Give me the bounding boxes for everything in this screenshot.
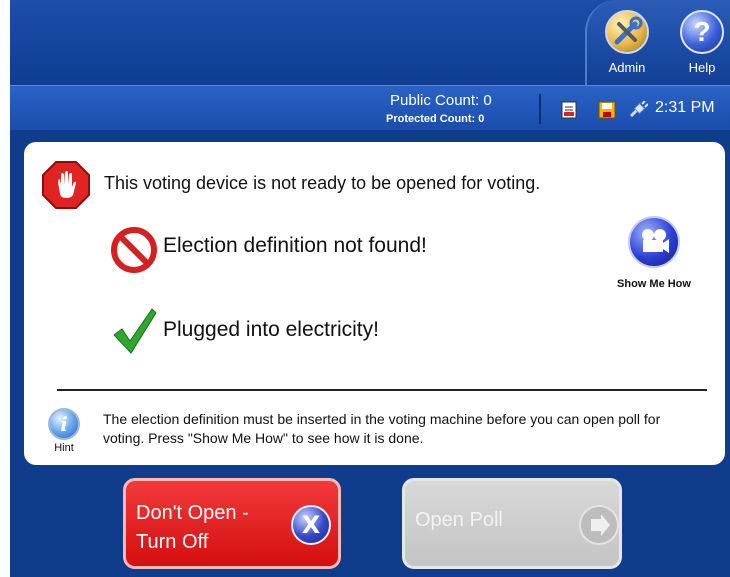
question-mark-icon: ?	[680, 10, 724, 54]
divider	[57, 389, 707, 391]
film-projector-icon	[628, 216, 680, 268]
arrow-right-icon	[579, 505, 619, 545]
help-label: Help	[688, 60, 716, 75]
stop-hand-icon	[42, 161, 90, 209]
admin-label: Admin	[608, 60, 646, 75]
clock: 2:31 PM	[655, 99, 715, 116]
info-icon: i	[48, 408, 80, 440]
protected-count: Protected Count: 0	[386, 113, 485, 125]
dont-open-label: Don't Open - Turn Off	[136, 502, 249, 553]
checkmark-icon	[113, 308, 157, 354]
report-icon	[561, 101, 577, 119]
dont-open-turn-off-button[interactable]: Don't Open - Turn Off X	[123, 478, 341, 569]
ok-message: Plugged into electricity!	[163, 318, 379, 341]
hint-text: The election definition must be inserted…	[103, 411, 661, 446]
status-divider	[539, 94, 541, 124]
show-me-how-label: Show Me How	[617, 278, 691, 290]
show-me-how-button[interactable]: Show Me How	[604, 216, 704, 290]
help-button[interactable]: ? Help	[672, 10, 730, 80]
hint: i Hint	[44, 408, 84, 454]
open-poll-label: Open Poll	[415, 509, 503, 531]
screen: Admin ? Help Public Count: 0 Protected C…	[10, 0, 730, 577]
save-icon	[598, 101, 616, 119]
public-count: Public Count: 0	[390, 92, 492, 109]
error-message: Election definition not found!	[163, 234, 427, 257]
wrench-screwdriver-icon	[605, 10, 649, 54]
power-plug-icon	[629, 101, 648, 118]
panel-title: This voting device is not ready to be op…	[104, 173, 541, 193]
prohibited-icon	[111, 227, 157, 273]
close-x-icon: X	[291, 505, 331, 545]
status-panel: This voting device is not ready to be op…	[24, 142, 725, 465]
admin-button[interactable]: Admin	[597, 10, 657, 80]
open-poll-button[interactable]: Open Poll	[402, 478, 622, 569]
status-bar: Public Count: 0 Protected Count: 0 2:31 …	[10, 85, 730, 130]
hint-label: Hint	[54, 442, 74, 454]
